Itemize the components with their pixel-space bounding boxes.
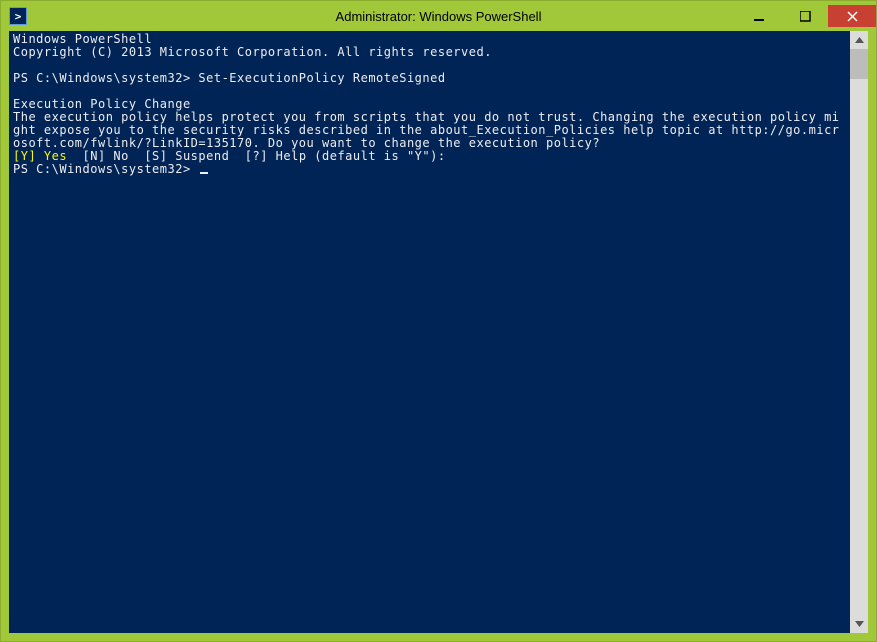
terminal-line: Copyright (C) 2013 Microsoft Corporation… bbox=[13, 45, 492, 59]
titlebar[interactable]: > Administrator: Windows PowerShell bbox=[1, 1, 876, 31]
terminal-line: Execution Policy Change bbox=[13, 97, 191, 111]
window-controls bbox=[736, 5, 876, 27]
close-button[interactable] bbox=[828, 5, 876, 27]
terminal-line: Windows PowerShell bbox=[13, 32, 152, 46]
terminal[interactable]: Windows PowerShell Copyright (C) 2013 Mi… bbox=[9, 31, 850, 633]
scroll-down-button[interactable] bbox=[850, 615, 868, 633]
cursor bbox=[200, 172, 208, 174]
terminal-line: The execution policy helps protect you f… bbox=[13, 110, 840, 150]
scrollbar bbox=[850, 31, 868, 633]
scrollbar-thumb[interactable] bbox=[850, 49, 868, 79]
terminal-container: Windows PowerShell Copyright (C) 2013 Mi… bbox=[9, 31, 868, 633]
terminal-prompt: PS C:\Windows\system32> bbox=[13, 71, 198, 85]
maximize-button[interactable] bbox=[782, 5, 828, 27]
terminal-command: Set-ExecutionPolicy RemoteSigned bbox=[198, 71, 445, 85]
terminal-choice-yes: [Y] Yes bbox=[13, 149, 67, 163]
terminal-prompt: PS C:\Windows\system32> bbox=[13, 162, 198, 176]
terminal-choice-rest: [N] No [S] Suspend [?] Help (default is … bbox=[67, 149, 446, 163]
powershell-icon: > bbox=[9, 7, 27, 25]
window-title: Administrator: Windows PowerShell bbox=[336, 9, 542, 24]
scrollbar-track[interactable] bbox=[850, 49, 868, 615]
terminal-wrapper: Windows PowerShell Copyright (C) 2013 Mi… bbox=[1, 31, 876, 641]
powershell-window: > Administrator: Windows PowerShell Wind… bbox=[0, 0, 877, 642]
scroll-up-button[interactable] bbox=[850, 31, 868, 49]
minimize-button[interactable] bbox=[736, 5, 782, 27]
powershell-icon-glyph: > bbox=[15, 10, 22, 23]
